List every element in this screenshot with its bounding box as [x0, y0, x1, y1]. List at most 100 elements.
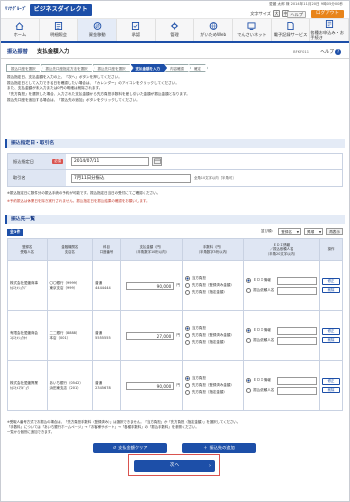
amount-input[interactable]: 90,000	[126, 281, 175, 290]
page-category: 振込振替	[7, 49, 28, 55]
edi-option[interactable]: ＥＤＩ情報	[246, 376, 317, 385]
edi-option[interactable]: 振込依頼人名	[246, 386, 317, 395]
amount-input[interactable]: 27,000	[126, 331, 175, 340]
fee-option[interactable]: 先方負担（登録済み金額）	[184, 283, 241, 288]
form-icon	[325, 19, 334, 28]
radio-icon	[184, 283, 190, 288]
fee-option[interactable]: 先方負担（指定金額）	[184, 290, 241, 295]
edi-input[interactable]	[276, 276, 317, 285]
amount-cell: 90,000 円	[119, 360, 183, 411]
text-size-large-button[interactable]: 大	[273, 10, 280, 17]
add-label: 振込先の追加	[209, 445, 235, 451]
nav-electronic-record[interactable]: 電子記録サービス	[272, 19, 311, 41]
nav-label: 電子記録サービス	[273, 32, 308, 38]
fee-option-label: 先方負担（登録済み金額）	[191, 383, 234, 388]
name-value-cell: 7月11日分振込 全角10文字以内［半角可］	[66, 170, 342, 186]
nav-label: 管理	[170, 32, 179, 38]
logout-button[interactable]: ログアウト	[311, 10, 344, 18]
clear-icon: ↺	[112, 445, 117, 451]
home-icon	[15, 22, 24, 31]
transfer-form: 振込指定日 必須 2014/07/11 取引名 7月11日分振込 全角10文字以…	[7, 153, 343, 187]
radio-icon	[184, 383, 190, 388]
nav-label: がいためWeb	[200, 32, 227, 38]
fee-option[interactable]: 先方負担（登録済み金額）	[184, 383, 241, 388]
add-payee-button[interactable]: ＋ 振込先の追加	[182, 443, 256, 453]
screen-code: BFKF011	[293, 50, 309, 54]
edi-input[interactable]	[276, 326, 317, 335]
edit-button[interactable]: 修正	[321, 278, 340, 285]
table-header: 登録名 受取人名 金融機関名 支店名 科目 口座番号 支払金額（円） （半角数字…	[7, 238, 344, 261]
payee-toolbar: 全3件 並び順： 登録名 昇順 再表示	[7, 228, 343, 237]
payee-section-title: 振込先一覧	[5, 215, 345, 224]
radio-icon	[246, 328, 252, 333]
sort-order-select[interactable]: 昇順	[304, 228, 324, 235]
fee-option[interactable]: 先方負担（登録済み金額）	[184, 333, 241, 338]
edi-cell: ＥＤＩ情報 振込依頼人名	[243, 260, 320, 311]
fee-option[interactable]: 当方負担	[184, 376, 241, 381]
next-button[interactable]: 次へ ›	[134, 460, 215, 472]
fee-option-label: 先方負担（登録済み金額）	[191, 283, 234, 288]
instruction-line: 振込先口座を追加する場合は、「振込先の追加」ボタンをクリックしてください。	[7, 97, 140, 102]
nav-densai[interactable]: でんさいネット	[233, 19, 272, 41]
col-header: 登録名 受取人名	[7, 238, 48, 261]
fee-option[interactable]: 先方負担（指定金額）	[184, 340, 241, 345]
nav-statements[interactable]: 明細照会	[40, 19, 79, 41]
nav-home[interactable]: ホーム	[1, 19, 40, 41]
edi-option[interactable]: ＥＤＩ情報	[246, 276, 317, 285]
date-row: 振込指定日 必須 2014/07/11	[8, 154, 342, 170]
edi-option[interactable]: 振込依頼人名	[246, 336, 317, 345]
fee-option[interactable]: 先方負担（指定金額）	[184, 390, 241, 395]
document-icon	[286, 22, 295, 31]
edi-option[interactable]: 振込依頼人名	[246, 286, 317, 295]
clear-amount-button[interactable]: ↺ 支払金額クリア	[93, 443, 167, 453]
radio-icon	[246, 388, 252, 393]
fee-option-label: 先方負担（登録済み金額）	[191, 333, 234, 338]
nav-gaitame[interactable]: がいためWeb	[194, 19, 234, 41]
instructions: 振込指定日、支払金額を入力の上、「次へ」ボタンを押してください。 振込指定日とし…	[7, 75, 343, 104]
step-2: 振込先口座指定方法を選択	[41, 64, 95, 72]
payee-name: 有限会社愛媛商会 ﾕ)ｴﾋﾒｼｮｳｶｲ	[7, 310, 48, 361]
edi-input[interactable]	[276, 376, 317, 385]
page-help-link[interactable]: ヘルプ?	[320, 49, 341, 56]
delete-button[interactable]: 削除	[321, 386, 340, 393]
plus-icon: ＋	[203, 445, 208, 451]
radio-icon	[246, 378, 252, 383]
fee-option-label: 当方負担	[191, 376, 206, 381]
redisplay-button[interactable]: 再表示	[326, 228, 343, 235]
page-header: 振込振替 支払金額入力 BFKF011 ヘルプ?	[1, 45, 349, 59]
delete-button[interactable]: 削除	[321, 286, 340, 293]
nav-approve[interactable]: 承認	[117, 19, 156, 41]
name-label: 取引名	[8, 170, 66, 186]
transfer-date-input[interactable]: 2014/07/11	[71, 157, 149, 166]
calendar-icon[interactable]	[152, 157, 162, 166]
edit-button[interactable]: 修正	[321, 378, 340, 385]
requester-input[interactable]	[276, 336, 317, 345]
sort-key-select[interactable]: 登録名	[278, 228, 302, 235]
global-nav: ホーム 明細照会 資金移動 承認 管理 がいためWeb でんさいネット 電子記録…	[1, 19, 350, 43]
globe-icon	[209, 22, 218, 31]
col-header: 金融機関名 支店名	[46, 238, 94, 261]
edit-button[interactable]: 修正	[321, 328, 340, 335]
payee-table: 登録名 受取人名 金融機関名 支店名 科目 口座番号 支払金額（円） （半角数字…	[7, 238, 344, 411]
transaction-name-input[interactable]: 7月11日分振込	[71, 173, 191, 183]
nav-applications[interactable]: 各種お申込み・お手続き	[310, 19, 350, 41]
date-value-cell: 2014/07/11	[66, 154, 342, 169]
requester-input[interactable]	[276, 386, 317, 395]
fee-option[interactable]: 当方負担	[184, 326, 241, 331]
fee-option-label: 先方負担（指定金額）	[191, 290, 227, 295]
amount-input[interactable]: 90,000	[126, 381, 175, 390]
nav-transfer[interactable]: 資金移動	[78, 19, 118, 41]
fee-option[interactable]: 当方負担	[184, 276, 241, 281]
edi-option-label: ＥＤＩ情報	[253, 328, 271, 333]
delete-button[interactable]: 削除	[321, 336, 340, 343]
transfer-section-title: 振込指定日・取引名	[5, 139, 345, 148]
header-help-button[interactable]: ヘルプ	[287, 11, 306, 19]
edi-option[interactable]: ＥＤＩ情報	[246, 326, 317, 335]
fee-cell: 当方負担 先方負担（登録済み金額） 先方負担（指定金額）	[181, 360, 245, 411]
step-3: 振込先口座を選択	[93, 64, 133, 72]
next-label: 次へ	[169, 463, 180, 469]
nav-manage[interactable]: 管理	[156, 19, 195, 41]
requester-input[interactable]	[276, 286, 317, 295]
payee-name: 株式会社愛媛商事 ｶ)ｴﾋﾒｼｮｳｼﾞ	[7, 260, 48, 311]
fee-option-label: 当方負担	[191, 326, 206, 331]
